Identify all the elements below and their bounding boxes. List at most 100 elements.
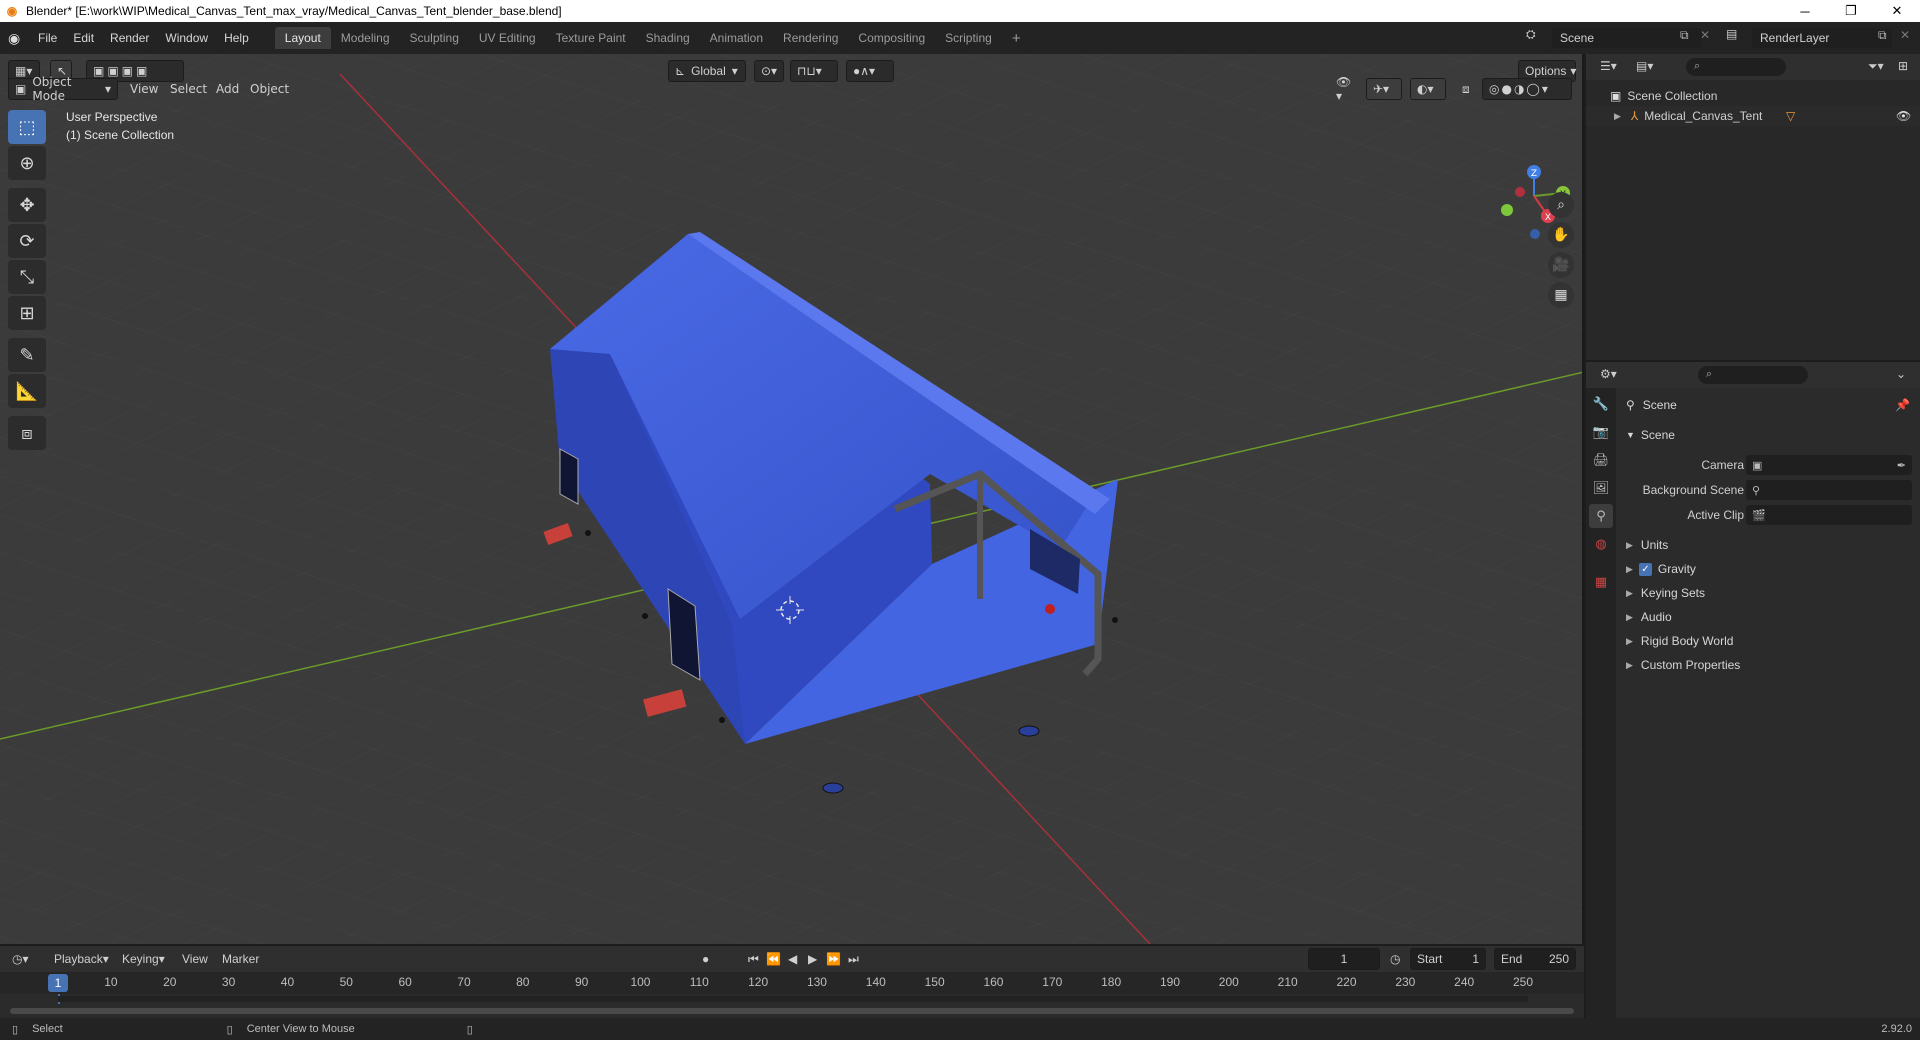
viewport-menu-view[interactable]: View: [130, 78, 158, 100]
xray-toggle-button[interactable]: ⧈: [1456, 78, 1478, 100]
delete-view-layer-icon[interactable]: ✕: [1900, 28, 1910, 42]
timeline-menu-marker[interactable]: Marker: [222, 948, 259, 970]
jump-keyframe-back-button[interactable]: ⏪: [766, 948, 781, 970]
shading-mode-group[interactable]: ◎●◑◯▾: [1482, 78, 1572, 100]
units-section[interactable]: ▶ Units: [1618, 534, 1920, 556]
camera-field[interactable]: ▣ ✒: [1746, 455, 1912, 475]
tab-shading[interactable]: Shading: [636, 27, 700, 49]
timeline-menu-view[interactable]: View: [182, 948, 208, 970]
tab-uv-editing[interactable]: UV Editing: [469, 27, 546, 49]
new-collection-icon[interactable]: ⊞: [1898, 59, 1908, 73]
ortho-grid-icon[interactable]: ▦: [1548, 282, 1574, 308]
gravity-checkbox[interactable]: ✓: [1638, 562, 1652, 576]
menu-window[interactable]: Window: [157, 27, 216, 49]
jump-start-button[interactable]: ⏮: [748, 948, 759, 970]
keying-sets-section[interactable]: ▶ Keying Sets: [1618, 582, 1920, 604]
gizmo-toggle-button[interactable]: ✈▾: [1366, 78, 1402, 100]
play-reverse-button[interactable]: ◀: [788, 948, 797, 970]
rotate-tool[interactable]: ⟳: [8, 224, 46, 258]
view-layer-tab-icon[interactable]: 🖼: [1589, 476, 1613, 500]
frame-ruler[interactable]: 1102030405060708090100110120130140150160…: [0, 972, 1584, 994]
editor-type-icon[interactable]: ⚙▾: [1600, 367, 1617, 381]
pin-icon[interactable]: 📌: [1895, 398, 1910, 412]
camera-view-icon[interactable]: 🎥: [1548, 252, 1574, 278]
blender-menu-icon[interactable]: ◉: [8, 30, 30, 47]
measure-tool[interactable]: 📐: [8, 374, 46, 408]
pan-hand-icon[interactable]: ✋: [1548, 222, 1574, 248]
end-frame-field[interactable]: End 250: [1494, 948, 1576, 970]
timeline-menu-playback[interactable]: Playback ▾: [54, 948, 109, 970]
timeline-menu-keying[interactable]: Keying ▾: [122, 948, 165, 970]
tab-modeling[interactable]: Modeling: [331, 27, 400, 49]
3d-viewport[interactable]: Z Y X ▦▾ ↖ ▣▣▣▣ ⊾ Global ▾ ⊙▾ ⊓⊔▾ ●∧▾ Op…: [0, 54, 1584, 944]
timeline-scrollbar[interactable]: [10, 1008, 1574, 1014]
annotate-tool[interactable]: ✎: [8, 338, 46, 372]
outliner-search-input[interactable]: ⌕: [1686, 58, 1786, 76]
tab-sculpting[interactable]: Sculpting: [400, 27, 469, 49]
select-box-tool[interactable]: ⬚: [8, 110, 46, 144]
close-button[interactable]: ✕: [1874, 0, 1920, 22]
rigid-body-world-section[interactable]: ▶ Rigid Body World: [1618, 630, 1920, 652]
view-layer-icon[interactable]: ▤: [1726, 27, 1737, 41]
tab-layout[interactable]: Layout: [274, 27, 331, 49]
jump-keyframe-forward-button[interactable]: ⏩: [826, 948, 841, 970]
minimize-button[interactable]: ─: [1782, 0, 1828, 22]
custom-properties-section[interactable]: ▶ Custom Properties: [1618, 654, 1920, 676]
new-view-layer-icon[interactable]: ⧉: [1878, 28, 1887, 43]
timeline-editor-type-icon[interactable]: ◷▾: [12, 948, 29, 970]
playhead-indicator[interactable]: 1: [48, 974, 68, 992]
scale-tool[interactable]: ⤡: [8, 260, 46, 294]
transform-tool[interactable]: ⊞: [8, 296, 46, 330]
scene-tab-icon[interactable]: ⚲: [1589, 504, 1613, 528]
audio-section[interactable]: ▶ Audio: [1618, 606, 1920, 628]
menu-help[interactable]: Help: [216, 27, 257, 49]
output-tab-icon[interactable]: 🖨: [1589, 448, 1613, 472]
restore-button[interactable]: ❐: [1828, 0, 1874, 22]
visibility-eye-icon[interactable]: 👁: [1896, 109, 1911, 123]
overlay-toggle-button[interactable]: ◐▾: [1410, 78, 1446, 100]
menu-edit[interactable]: Edit: [65, 27, 102, 49]
move-tool[interactable]: ✥: [8, 188, 46, 222]
scene-selector-icon[interactable]: ⛭: [1526, 27, 1536, 42]
delete-scene-icon[interactable]: ✕: [1700, 28, 1710, 42]
outliner-item-medical-canvas-tent[interactable]: ▶ ⅄ Medical_Canvas_Tent ▽ 👁: [1586, 106, 1920, 126]
filter-icon[interactable]: ⏷▾: [1868, 59, 1884, 74]
tab-animation[interactable]: Animation: [700, 27, 773, 49]
tab-scripting[interactable]: Scripting: [935, 27, 1002, 49]
world-tab-icon[interactable]: ◍: [1589, 532, 1613, 556]
use-preview-range-icon[interactable]: ◷: [1390, 948, 1400, 970]
expand-arrow-icon[interactable]: ▶: [1614, 111, 1621, 122]
zoom-icon[interactable]: ⌕: [1548, 192, 1574, 218]
gravity-section[interactable]: ▶ ✓ Gravity: [1618, 558, 1920, 580]
display-mode-icon[interactable]: ☰▾: [1600, 59, 1617, 73]
mesh-data-icon[interactable]: ▽: [1786, 109, 1795, 123]
menu-render[interactable]: Render: [102, 27, 157, 49]
play-button[interactable]: ▶: [808, 948, 817, 970]
add-workspace-button[interactable]: +: [1002, 27, 1031, 49]
view-layer-selector[interactable]: RenderLayer: [1752, 28, 1892, 48]
tab-compositing[interactable]: Compositing: [848, 27, 935, 49]
chevron-down-icon[interactable]: ⌄: [1896, 367, 1906, 381]
active-clip-field[interactable]: 🎬: [1746, 505, 1912, 525]
object-visibility-button[interactable]: 👁▾: [1330, 75, 1360, 103]
object-mode-dropdown[interactable]: ▣ Object Mode ▾: [8, 75, 118, 103]
background-scene-field[interactable]: ⚲: [1746, 480, 1912, 500]
viewport-menu-select[interactable]: Select: [170, 78, 207, 100]
viewport-menu-add[interactable]: Add: [216, 78, 239, 100]
snap-button[interactable]: ⊓⊔▾: [790, 60, 838, 82]
record-button[interactable]: ●: [702, 948, 709, 970]
render-tab-icon[interactable]: 📷: [1589, 420, 1613, 444]
texture-tab-icon[interactable]: ▦: [1589, 570, 1613, 594]
tab-rendering[interactable]: Rendering: [773, 27, 848, 49]
current-frame-field[interactable]: 1: [1308, 948, 1380, 970]
filter-view-icon[interactable]: ▤▾: [1636, 59, 1653, 73]
viewport-menu-object[interactable]: Object: [250, 78, 289, 100]
cursor-tool[interactable]: ⊕: [8, 146, 46, 180]
scene-panel-header[interactable]: ▼ Scene: [1618, 424, 1920, 446]
pivot-point-button[interactable]: ⊙▾: [754, 60, 784, 82]
tool-tab-icon[interactable]: 🔧: [1589, 392, 1613, 416]
eyedropper-icon[interactable]: ✒: [1897, 459, 1906, 472]
transform-orientation-dropdown[interactable]: ⊾ Global ▾: [668, 60, 746, 82]
jump-end-button[interactable]: ⏭: [848, 948, 859, 970]
menu-file[interactable]: File: [30, 27, 65, 49]
